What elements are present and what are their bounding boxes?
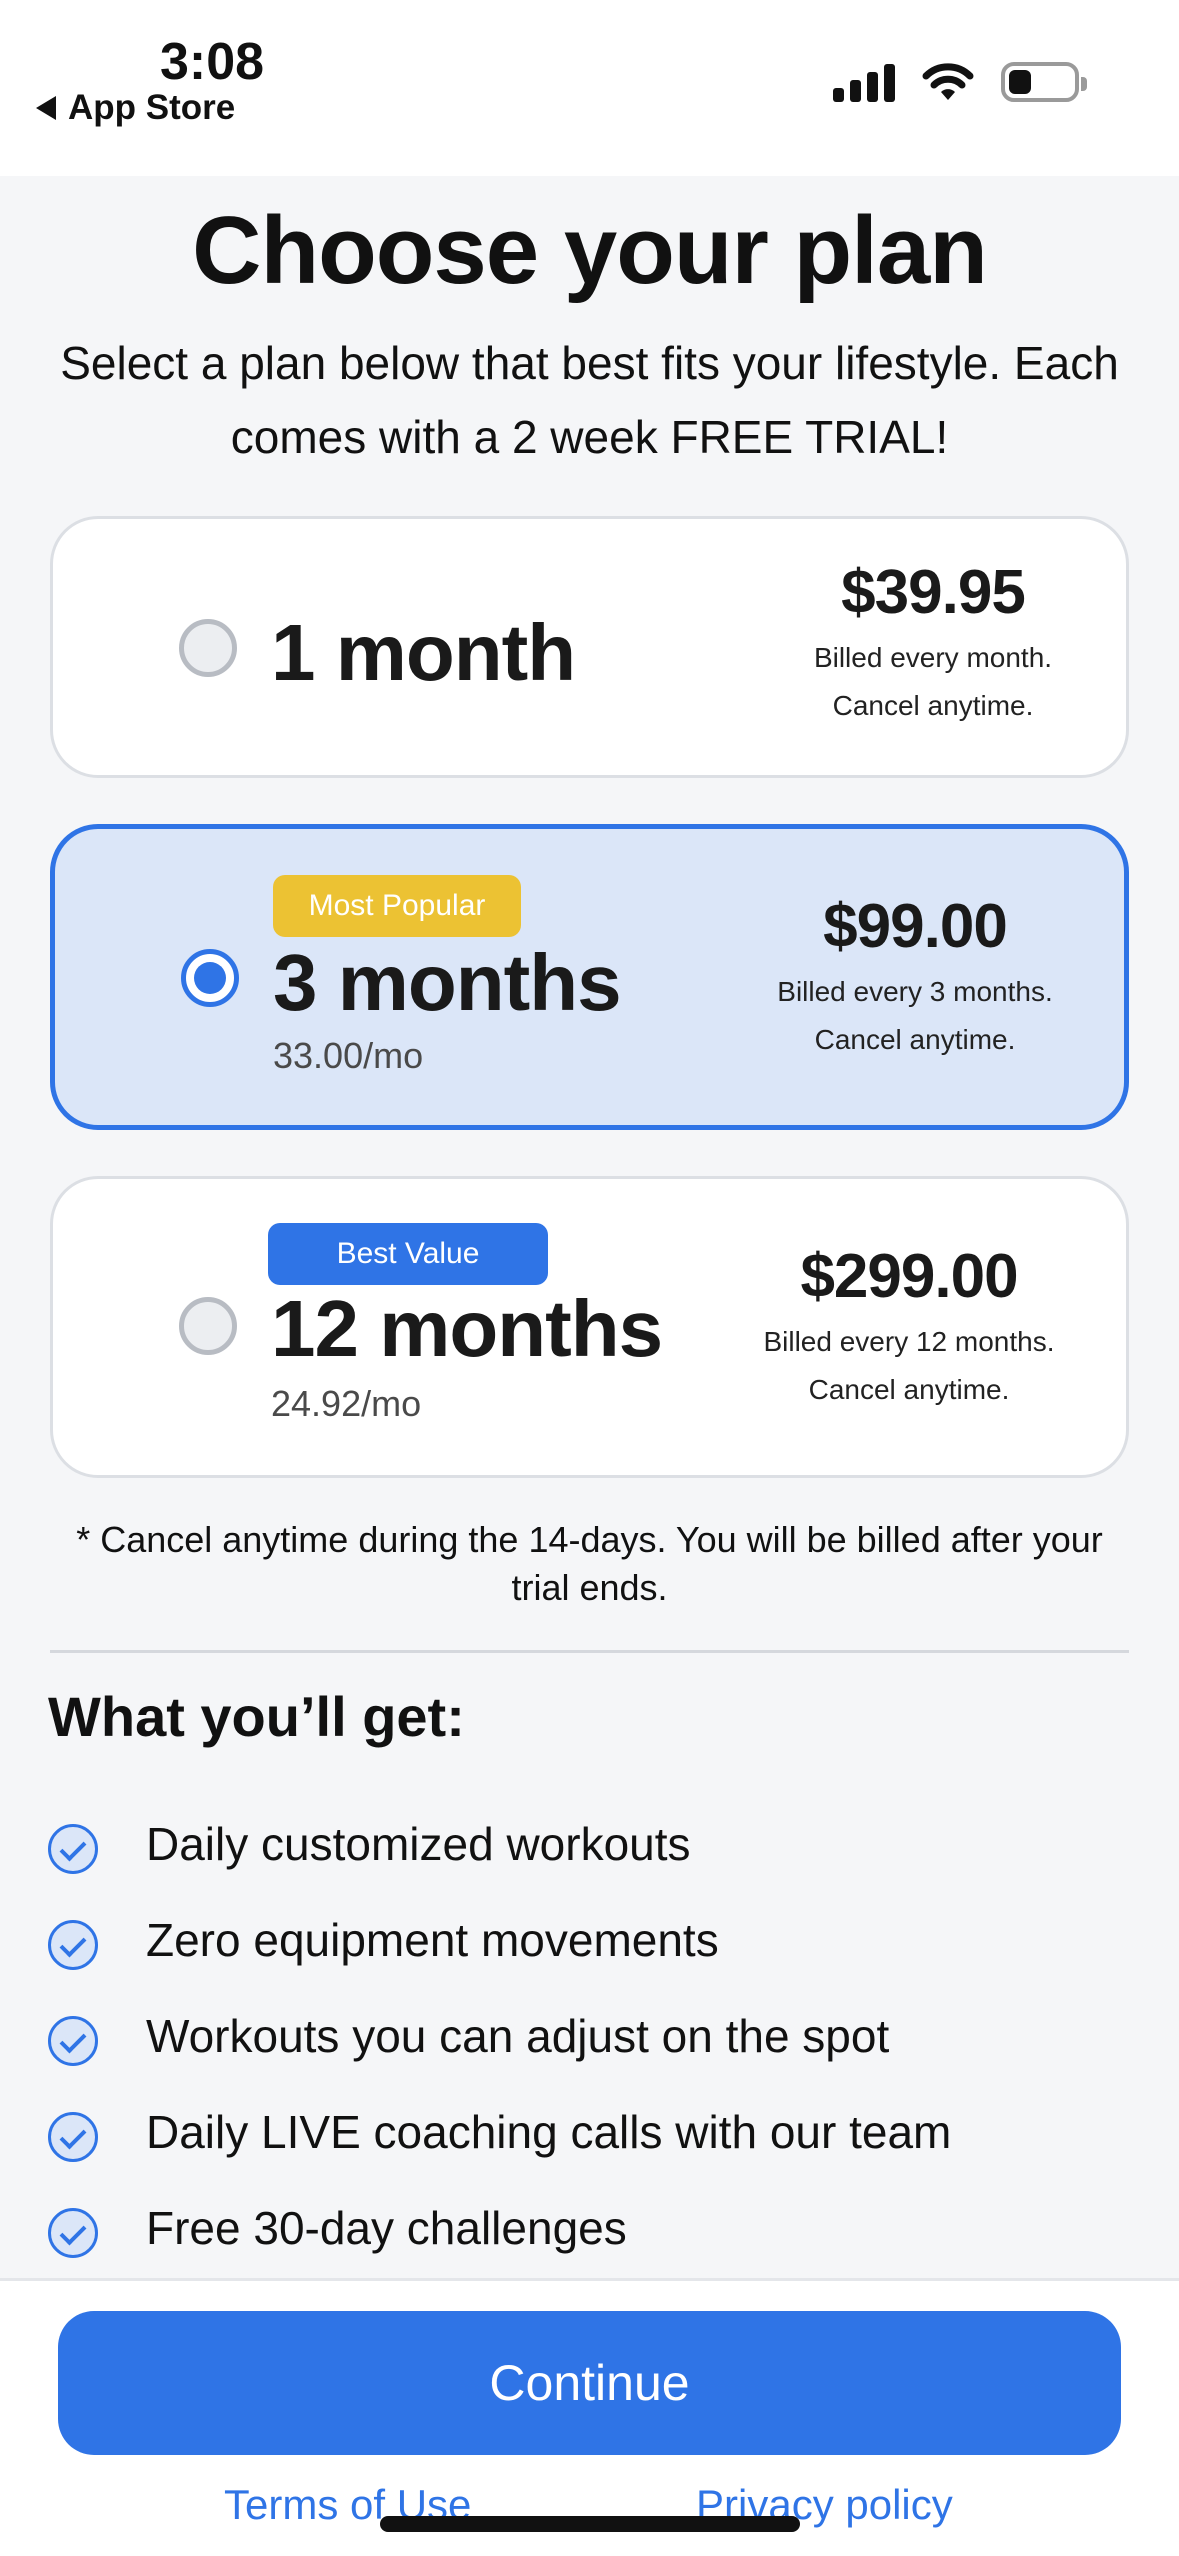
plan-price: $299.00 bbox=[800, 1242, 1018, 1311]
plan-billing-frequency: Billed every 12 months. bbox=[763, 1326, 1055, 1357]
page-subtitle: Select a plan below that best fits your … bbox=[60, 337, 1119, 463]
list-item: Daily LIVE coaching calls with our team bbox=[48, 2084, 951, 2180]
status-icons bbox=[833, 62, 1087, 102]
plan-price-block: $299.00 Billed every 12 months. Cancel a… bbox=[729, 1241, 1089, 1414]
back-arrow-icon bbox=[36, 96, 56, 120]
best-value-badge: Best Value bbox=[268, 1223, 548, 1285]
list-item: Free 30-day challenges bbox=[48, 2180, 951, 2276]
status-time: 3:08 bbox=[160, 33, 265, 91]
status-bar: 3:08 App Store bbox=[0, 0, 1179, 176]
plan-card-3-months[interactable]: Most Popular 3 months 33.00/mo $99.00 Bi… bbox=[50, 824, 1129, 1130]
plan-price-block: $39.95 Billed every month. Cancel anytim… bbox=[753, 557, 1113, 730]
check-circle-icon bbox=[48, 2208, 98, 2258]
plan-billing-frequency: Billed every month. bbox=[813, 642, 1053, 673]
plan-cancel-note: Cancel anytime. bbox=[832, 690, 1034, 721]
plan-radio-1-month[interactable] bbox=[179, 619, 237, 677]
wifi-icon bbox=[922, 63, 974, 100]
list-item: Workouts you can adjust on the spot bbox=[48, 1988, 951, 2084]
feature-text: Daily customized workouts bbox=[146, 1818, 691, 1870]
plan-card-1-month[interactable]: 1 month $39.95 Billed every month. Cance… bbox=[50, 516, 1129, 778]
battery-icon bbox=[1001, 62, 1087, 102]
back-to-app-store-button[interactable]: App Store bbox=[36, 88, 235, 128]
plan-price-block: $99.00 Billed every 3 months. Cancel any… bbox=[735, 891, 1095, 1064]
check-circle-icon bbox=[48, 1824, 98, 1874]
features-heading: What you’ll get: bbox=[48, 1685, 465, 1748]
plan-name: 3 months bbox=[273, 938, 622, 1027]
plan-cancel-note: Cancel anytime. bbox=[808, 1374, 1010, 1405]
plan-radio-3-months[interactable] bbox=[181, 949, 239, 1007]
list-item: Daily customized workouts bbox=[48, 1796, 951, 1892]
divider bbox=[50, 1650, 1129, 1653]
plan-per-month: 24.92/mo bbox=[271, 1383, 422, 1424]
feature-text: Workouts you can adjust on the spot bbox=[146, 2010, 890, 2062]
plan-billing-frequency: Billed every 3 months. bbox=[777, 976, 1053, 1007]
page-title: Choose your plan bbox=[192, 197, 988, 304]
footer: Continue Terms of Use Privacy policy bbox=[0, 2278, 1179, 2556]
back-label: App Store bbox=[68, 88, 236, 127]
check-circle-icon bbox=[48, 2016, 98, 2066]
most-popular-badge: Most Popular bbox=[273, 875, 521, 937]
plan-per-month: 33.00/mo bbox=[273, 1035, 424, 1076]
signal-icon bbox=[833, 62, 895, 102]
plan-name: 1 month bbox=[271, 608, 576, 697]
feature-text: Free 30-day challenges bbox=[146, 2202, 627, 2254]
feature-text: Daily LIVE coaching calls with our team bbox=[146, 2106, 952, 2158]
plan-name: 12 months bbox=[271, 1284, 663, 1373]
trial-disclaimer: * Cancel anytime during the 14-days. You… bbox=[76, 1519, 1103, 1608]
feature-list: Daily customized workouts Zero equipment… bbox=[48, 1796, 951, 2276]
plan-radio-12-months[interactable] bbox=[179, 1297, 237, 1355]
plan-price: $99.00 bbox=[823, 892, 1008, 961]
home-indicator[interactable] bbox=[380, 2516, 800, 2532]
continue-button[interactable]: Continue bbox=[58, 2311, 1121, 2455]
plan-price: $39.95 bbox=[841, 558, 1026, 627]
feature-text: Zero equipment movements bbox=[146, 1914, 719, 1966]
main-content: Choose your plan Select a plan below tha… bbox=[0, 176, 1179, 2278]
check-circle-icon bbox=[48, 2112, 98, 2162]
plan-card-12-months[interactable]: Best Value 12 months 24.92/mo $299.00 Bi… bbox=[50, 1176, 1129, 1478]
list-item: Zero equipment movements bbox=[48, 1892, 951, 1988]
plan-cancel-note: Cancel anytime. bbox=[814, 1024, 1016, 1055]
check-circle-icon bbox=[48, 1920, 98, 1970]
